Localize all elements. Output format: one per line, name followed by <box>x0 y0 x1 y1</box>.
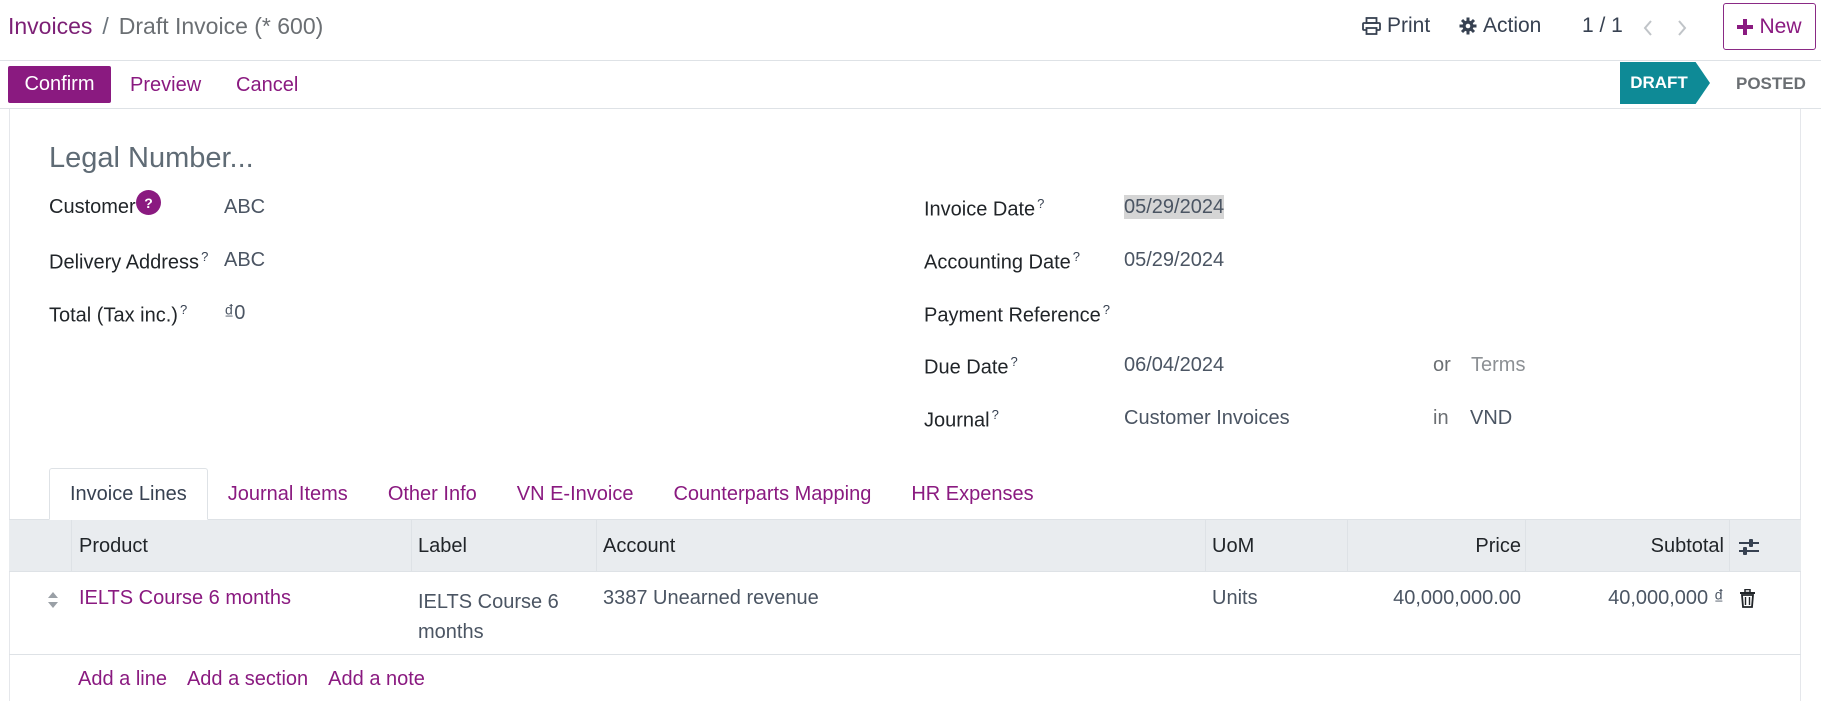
tab-counterparts-mapping[interactable]: Counterparts Mapping <box>653 468 891 520</box>
product-cell[interactable]: IELTS Course 6 months <box>79 587 291 610</box>
payment-terms-field[interactable]: Terms <box>1471 354 1525 377</box>
add-section-link[interactable]: Add a section <box>187 668 308 691</box>
invoice-date-field[interactable]: 05/29/2024 <box>1124 195 1225 219</box>
column-divider <box>411 520 412 572</box>
tab-hr-expenses[interactable]: HR Expenses <box>891 468 1053 520</box>
gear-icon <box>1459 14 1477 38</box>
journal-field[interactable]: Customer Invoices <box>1124 407 1290 430</box>
print-button[interactable]: Print <box>1362 14 1430 38</box>
price-cell[interactable]: 40,000,000.00 <box>1348 587 1521 610</box>
label-cell[interactable]: IELTS Course 6 months <box>418 587 559 647</box>
stage-draft[interactable]: DRAFT <box>1620 62 1710 104</box>
total-tax-value: ₫0 <box>224 302 246 324</box>
accounting-date-field[interactable]: 05/29/2024 <box>1124 249 1224 272</box>
stage-posted[interactable]: POSTED <box>1736 74 1806 94</box>
uom-cell[interactable]: Units <box>1212 587 1258 610</box>
customer-label: Customer <box>49 196 136 218</box>
printer-icon <box>1362 14 1381 38</box>
action-button[interactable]: Action <box>1459 14 1541 38</box>
new-label: New <box>1759 14 1802 38</box>
customer-field[interactable]: ABC <box>224 196 265 219</box>
cancel-button[interactable]: Cancel <box>236 74 298 97</box>
help-icon[interactable]: ? <box>136 190 161 215</box>
breadcrumb: Invoices / Draft Invoice (* 600) <box>8 13 323 40</box>
add-line-link[interactable]: Add a line <box>78 668 167 691</box>
plus-icon <box>1737 13 1754 41</box>
column-divider <box>71 520 72 572</box>
due-date-label: Due Date? <box>924 354 1018 379</box>
pager-value[interactable]: 1 / 1 <box>1582 14 1623 38</box>
invoice-lines-table-header: Product Label Account UoM Price Subtotal <box>9 520 1801 572</box>
accounting-date-label: Accounting Date? <box>924 249 1080 274</box>
column-subtotal[interactable]: Subtotal <box>1526 535 1724 558</box>
pager-previous-icon[interactable] <box>1642 14 1654 40</box>
optional-columns-icon[interactable] <box>1738 535 1760 558</box>
control-panel: Invoices / Draft Invoice (* 600) Print A… <box>0 0 1821 61</box>
account-cell[interactable]: 3387 Unearned revenue <box>603 587 819 610</box>
subtotal-cell: 40,000,000 ₫ <box>1608 587 1724 609</box>
due-date-field[interactable]: 06/04/2024 <box>1124 354 1224 377</box>
journal-label: Journal? <box>924 407 999 432</box>
column-uom[interactable]: UoM <box>1212 535 1254 558</box>
invoice-date-value: 05/29/2024 <box>1124 195 1225 219</box>
breadcrumb-current: Draft Invoice (* 600) <box>118 13 324 39</box>
tab-vn-e-invoice[interactable]: VN E-Invoice <box>497 468 654 520</box>
invoice-date-label: Invoice Date? <box>924 196 1045 221</box>
confirm-button[interactable]: Confirm <box>8 66 111 103</box>
due-date-or-text: or <box>1433 354 1451 376</box>
breadcrumb-invoices-link[interactable]: Invoices <box>8 13 92 40</box>
delivery-address-field[interactable]: ABC <box>224 249 265 272</box>
tab-invoice-lines[interactable]: Invoice Lines <box>49 468 208 520</box>
total-tax-label: Total (Tax inc.)? <box>49 302 188 327</box>
table-add-links: Add a line Add a section Add a note <box>78 668 425 691</box>
print-label: Print <box>1387 14 1431 37</box>
column-product[interactable]: Product <box>79 535 148 558</box>
action-label: Action <box>1483 14 1542 37</box>
drag-handle-icon[interactable] <box>47 588 59 611</box>
legal-number-input[interactable]: Legal Number... <box>49 142 254 175</box>
add-note-link[interactable]: Add a note <box>328 668 425 691</box>
form-statusbar: Confirm Preview Cancel DRAFT POSTED <box>0 61 1821 109</box>
trash-icon[interactable] <box>1739 587 1756 610</box>
table-row[interactable]: IELTS Course 6 months IELTS Course 6 mont… <box>9 572 1801 655</box>
payment-reference-label: Payment Reference? <box>924 302 1110 327</box>
currency-field[interactable]: VND <box>1470 407 1512 430</box>
column-divider <box>596 520 597 572</box>
delivery-address-label: Delivery Address? <box>49 249 209 274</box>
tab-journal-items[interactable]: Journal Items <box>208 468 368 520</box>
column-divider <box>1729 520 1730 572</box>
column-account[interactable]: Account <box>603 535 675 558</box>
column-divider <box>1205 520 1206 572</box>
pager-next-icon[interactable] <box>1676 14 1688 40</box>
column-label[interactable]: Label <box>418 535 467 558</box>
notebook-tabs: Invoice Lines Journal Items Other Info V… <box>49 468 1054 520</box>
preview-button[interactable]: Preview <box>130 74 201 97</box>
tab-other-info[interactable]: Other Info <box>368 468 497 520</box>
breadcrumb-separator: / <box>102 13 109 39</box>
payment-reference-field[interactable] <box>1124 302 1424 326</box>
column-price[interactable]: Price <box>1348 535 1521 558</box>
journal-in-text: in <box>1433 407 1449 429</box>
new-button[interactable]: New <box>1723 3 1816 50</box>
